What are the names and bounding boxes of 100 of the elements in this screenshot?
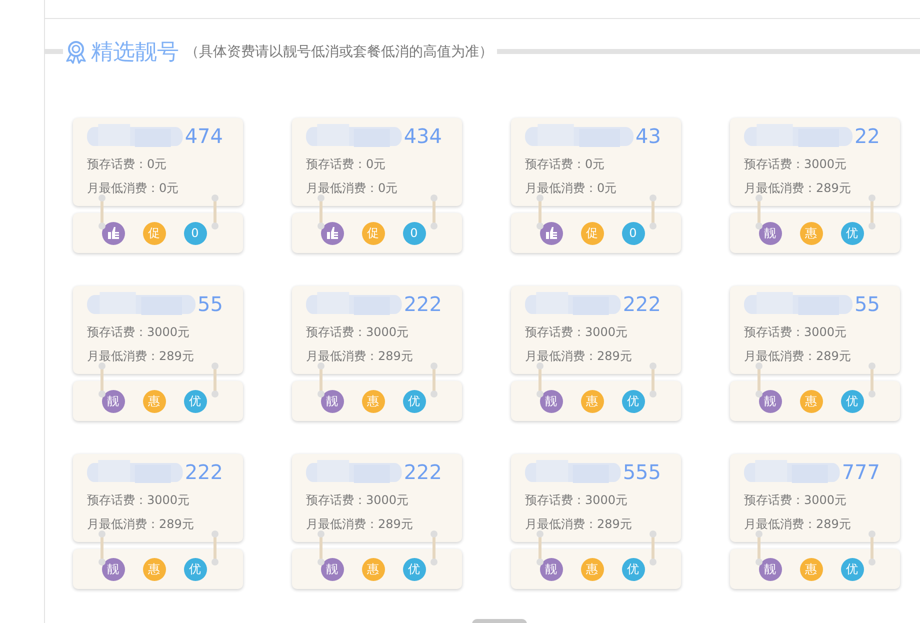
phone-number: 222 <box>184 460 223 484</box>
hanger-drawing <box>430 362 438 398</box>
phone-number: 22 <box>854 124 880 148</box>
number-card[interactable]: 22 预存话费：3000元 月最低消费：289元 <box>730 118 900 206</box>
tag-badge: 优 <box>184 390 206 412</box>
prepaid-text: 预存话费：3000元 <box>306 492 410 508</box>
min-spend-text: 月最低消费：289元 <box>87 516 195 532</box>
tag-badge: 0 <box>402 222 426 244</box>
tag-badge: 促 <box>580 222 604 244</box>
hanger-drawing <box>98 362 106 398</box>
tag-badge: 促 <box>362 222 384 244</box>
section-title: 精选靓号 <box>91 38 179 66</box>
min-spend-text: 月最低消费：0元 <box>87 180 180 196</box>
prepaid-text: 预存话费：3000元 <box>525 324 629 340</box>
prepaid-text: 预存话费：3000元 <box>306 324 410 340</box>
hanger-drawing <box>317 530 325 566</box>
tag-badge: 惠 <box>142 558 166 580</box>
tag-badge: 优 <box>840 222 864 244</box>
hanger-drawing <box>317 194 325 230</box>
tag-badge: 优 <box>402 558 426 580</box>
tag-badge: 靓 <box>758 558 782 580</box>
section-note: （具体资费请以靓号低消或套餐低消的高值为准） <box>185 42 493 60</box>
hanger-drawing <box>868 194 876 230</box>
number-card[interactable]: 777 预存话费：3000元 月最低消费：289元 <box>730 454 900 542</box>
tag-badge: 靓 <box>540 558 562 580</box>
tag-badge: 惠 <box>580 390 604 412</box>
tag-badge: 惠 <box>362 390 384 412</box>
hanger-drawing <box>98 530 106 566</box>
hanger-drawing <box>868 362 876 398</box>
tag-badge: 惠 <box>800 390 822 412</box>
number-card[interactable]: 434 预存话费：0元 月最低消费：0元 <box>292 118 462 206</box>
number-card[interactable]: 55 预存话费：3000元 月最低消费：289元 <box>73 286 243 374</box>
min-spend-text: 月最低消费：289元 <box>525 516 633 532</box>
tag-badge: 0 <box>622 222 644 244</box>
hanger-drawing <box>317 362 325 398</box>
prepaid-text: 预存话费：0元 <box>306 156 387 172</box>
phone-number: 55 <box>854 292 880 316</box>
tag-badge: 优 <box>402 390 426 412</box>
hanger-drawing <box>755 194 763 230</box>
phone-number: 434 <box>404 124 442 148</box>
phone-number: 777 <box>842 460 880 484</box>
phone-number: 474 <box>184 124 223 148</box>
tag-badge: 靓 <box>320 390 344 412</box>
phone-number: 43 <box>636 124 661 148</box>
hanger-drawing <box>430 194 438 230</box>
min-spend-text: 月最低消费：289元 <box>525 348 633 364</box>
hanger-drawing <box>536 194 544 230</box>
tag-badge: 靓 <box>102 390 124 412</box>
prepaid-text: 预存话费：3000元 <box>87 492 191 508</box>
number-card[interactable]: 222 预存话费：3000元 月最低消费：289元 <box>292 286 462 374</box>
tag-badge: 0 <box>184 222 206 244</box>
tag-badge: 优 <box>622 558 644 580</box>
number-card[interactable]: 43 预存话费：0元 月最低消费：0元 <box>511 118 681 206</box>
tag-badge: 惠 <box>800 558 822 580</box>
hanger-drawing <box>868 530 876 566</box>
hanger-drawing <box>649 194 657 230</box>
tag-badge: 靓 <box>320 558 344 580</box>
hanger-drawing <box>649 362 657 398</box>
tag-badge: 惠 <box>580 558 604 580</box>
hanger-drawing <box>211 530 219 566</box>
prepaid-text: 预存话费：3000元 <box>744 324 848 340</box>
tag-badge: 促 <box>142 222 166 244</box>
min-spend-text: 月最低消费：289元 <box>306 348 414 364</box>
prepaid-text: 预存话费：3000元 <box>525 492 629 508</box>
phone-number: 222 <box>404 460 442 484</box>
hanger-drawing <box>536 530 544 566</box>
prepaid-text: 预存话费：3000元 <box>744 156 848 172</box>
tag-badge: 惠 <box>800 222 822 244</box>
prepaid-text: 预存话费：3000元 <box>744 492 848 508</box>
number-card[interactable]: 222 预存话费：3000元 月最低消费：289元 <box>292 454 462 542</box>
hanger-drawing <box>98 194 106 230</box>
tag-badge: 优 <box>840 390 864 412</box>
hanger-drawing <box>755 362 763 398</box>
min-spend-text: 月最低消费：289元 <box>87 348 195 364</box>
tag-badge: 优 <box>622 390 644 412</box>
number-card[interactable]: 55 预存话费：3000元 月最低消费：289元 <box>730 286 900 374</box>
hanger-drawing <box>211 362 219 398</box>
hanger-drawing <box>536 362 544 398</box>
min-spend-text: 月最低消费：0元 <box>306 180 399 196</box>
number-card[interactable]: 222 预存话费：3000元 月最低消费：289元 <box>73 454 243 542</box>
hanger-drawing <box>649 530 657 566</box>
number-card[interactable]: 555 预存话费：3000元 月最低消费：289元 <box>511 454 681 542</box>
phone-number: 55 <box>198 292 223 316</box>
award-icon <box>65 40 87 64</box>
hanger-drawing <box>430 530 438 566</box>
phone-number: 222 <box>404 292 442 316</box>
prepaid-text: 预存话费：3000元 <box>87 324 191 340</box>
min-spend-text: 月最低消费：0元 <box>525 180 618 196</box>
number-card[interactable]: 222 预存话费：3000元 月最低消费：289元 <box>511 286 681 374</box>
phone-number: 555 <box>622 460 661 484</box>
hanger-drawing <box>211 194 219 230</box>
prepaid-text: 预存话费：0元 <box>87 156 168 172</box>
hanger-drawing <box>755 530 763 566</box>
min-spend-text: 月最低消费：289元 <box>744 516 852 532</box>
number-card[interactable]: 474 预存话费：0元 月最低消费：0元 <box>73 118 243 206</box>
tag-badge: 惠 <box>362 558 384 580</box>
phone-number: 222 <box>622 292 661 316</box>
tag-badge: 靓 <box>102 558 124 580</box>
tag-badge: 靓 <box>758 222 782 244</box>
prepaid-text: 预存话费：0元 <box>525 156 606 172</box>
